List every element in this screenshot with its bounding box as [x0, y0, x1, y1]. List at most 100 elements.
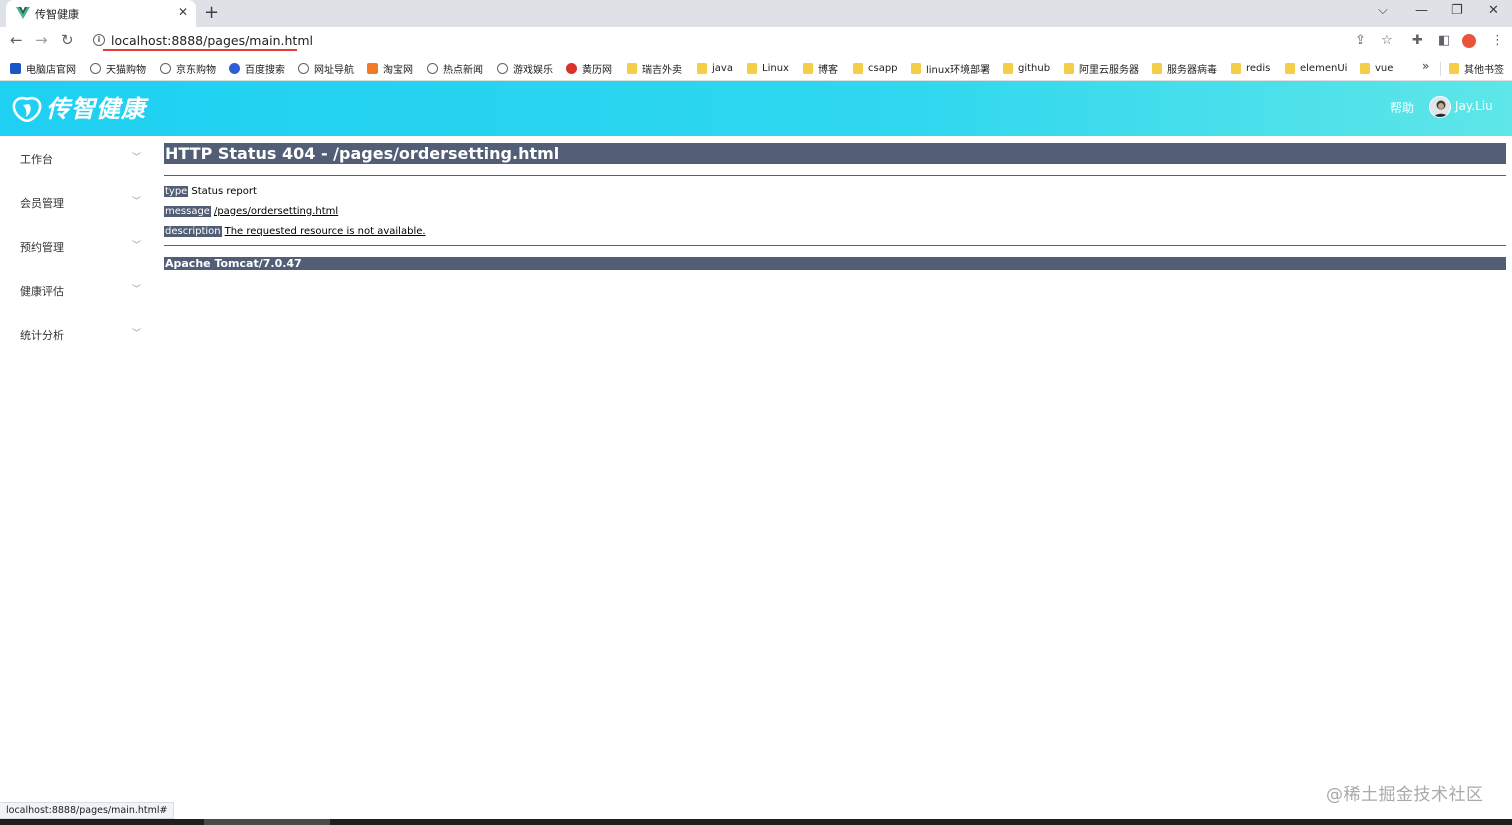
share-icon[interactable]: ⇪ — [1355, 33, 1366, 48]
close-window-button[interactable]: ✕ — [1488, 3, 1499, 19]
browser-toolbar: ← → ↻ i localhost:8888/pages/main.html ⇪… — [0, 27, 1512, 55]
address-bar[interactable]: i localhost:8888/pages/main.html — [86, 29, 1404, 53]
sidebar-item-label: 预约管理 — [20, 241, 64, 254]
bookmark-item[interactable]: 百度搜索 — [229, 60, 285, 76]
bookmark-folder[interactable]: redis — [1231, 60, 1270, 76]
app-header: 传智健康 帮助 Jay.Liu — [0, 81, 1512, 136]
chevron-down-icon: ﹀ — [132, 153, 142, 163]
bookmark-folder[interactable]: elemenUi — [1285, 60, 1347, 76]
other-bookmarks-folder[interactable]: 其他书签 — [1449, 60, 1504, 76]
bookmark-item[interactable]: 天猫购物 — [90, 60, 146, 76]
bookmark-item[interactable]: 淘宝网 — [367, 60, 413, 76]
folder-icon — [1360, 62, 1370, 74]
globe-icon — [298, 62, 309, 74]
sidebar-item-appointments[interactable]: 预约管理 ﹀ — [0, 224, 155, 268]
bookmark-folder[interactable]: github — [1003, 60, 1050, 76]
sidebar-item-label: 统计分析 — [20, 329, 64, 342]
folder-icon — [1231, 62, 1241, 74]
user-avatar-icon — [1430, 97, 1450, 117]
globe-icon — [427, 62, 438, 74]
forward-arrow-icon[interactable]: → — [35, 32, 48, 49]
tab-close-icon[interactable]: ✕ — [178, 5, 188, 19]
minimize-button[interactable]: — — [1415, 3, 1428, 19]
bookmarks-bar: 电脑店官网 天猫购物 京东购物 百度搜索 网址导航 淘宝网 热点新闻 游戏娱乐 … — [0, 55, 1512, 81]
folder-icon — [697, 62, 707, 74]
chevron-down-icon: ﹀ — [132, 285, 142, 295]
error-page-content: HTTP Status 404 - /pages/ordersetting.ht… — [164, 143, 1506, 270]
server-footer: Apache Tomcat/7.0.47 — [164, 257, 1506, 270]
sidebar-item-health-assessment[interactable]: 健康评估 ﹀ — [0, 268, 155, 312]
bookmark-folder[interactable]: Linux — [747, 60, 789, 76]
sidebar-item-workbench[interactable]: 工作台 ﹀ — [0, 136, 155, 180]
bookmark-item[interactable]: 热点新闻 — [427, 60, 483, 76]
error-title: HTTP Status 404 - /pages/ordersetting.ht… — [164, 143, 1506, 164]
bookmark-item[interactable]: 网址导航 — [298, 60, 354, 76]
folder-icon — [1064, 62, 1074, 74]
error-type-row: type Status report — [164, 181, 1506, 201]
bookmark-item[interactable]: 电脑店官网 — [10, 60, 76, 76]
bookmark-folder[interactable]: java — [697, 60, 733, 76]
taskbar-strip — [0, 819, 1512, 825]
tab-search-icon[interactable]: ⌵ — [1378, 3, 1388, 19]
sidebar-menu: 工作台 ﹀ 会员管理 ﹀ 预约管理 ﹀ 健康评估 ﹀ 统计分析 ﹀ — [0, 136, 155, 796]
reload-icon[interactable]: ↻ — [61, 32, 74, 49]
chevron-down-icon: ﹀ — [132, 241, 142, 251]
sidebar-item-label: 健康评估 — [20, 285, 64, 298]
globe-icon — [90, 62, 101, 74]
bookmark-item[interactable]: 黄历网 — [566, 60, 612, 76]
vue-favicon-icon — [16, 7, 30, 19]
bookmarks-overflow-icon[interactable]: » — [1422, 59, 1429, 73]
description-value: The requested resource is not available. — [224, 225, 426, 237]
divider — [164, 245, 1506, 246]
bookmark-folder[interactable]: 博客 — [803, 60, 838, 76]
error-message-row: message /pages/ordersetting.html — [164, 201, 1506, 221]
bookmark-star-icon[interactable]: ☆ — [1381, 33, 1393, 48]
url-text[interactable]: localhost:8888/pages/main.html — [111, 33, 313, 48]
type-label: type — [164, 185, 189, 197]
username[interactable]: Jay.Liu — [1455, 99, 1493, 113]
profile-icon[interactable] — [1462, 34, 1476, 48]
chevron-down-icon: ﹀ — [132, 329, 142, 339]
link-status-bubble: localhost:8888/pages/main.html# — [0, 802, 175, 819]
site-info-icon[interactable]: i — [93, 34, 105, 46]
blue-square-icon — [10, 62, 21, 74]
bookmark-folder[interactable]: linux环境部署 — [911, 60, 990, 76]
extensions-puzzle-icon[interactable]: ✚ — [1412, 33, 1423, 48]
restore-button[interactable]: ❐ — [1451, 3, 1463, 19]
app-logo[interactable]: 传智健康 — [12, 95, 146, 123]
browser-tab[interactable]: 传智健康 ✕ — [6, 0, 196, 27]
folder-icon — [853, 62, 863, 74]
browser-window: 传智健康 ✕ + ⌵ — ❐ ✕ ← → ↻ i localhost:8888/… — [0, 0, 1512, 825]
help-link[interactable]: 帮助 — [1390, 99, 1414, 116]
folder-icon — [1003, 62, 1013, 74]
bookmark-folder[interactable]: vue — [1360, 60, 1393, 76]
side-panel-icon[interactable]: ◧ — [1438, 33, 1450, 48]
tab-title: 传智健康 — [35, 8, 79, 21]
sidebar-item-statistics[interactable]: 统计分析 ﹀ — [0, 312, 155, 356]
folder-icon — [627, 62, 637, 74]
tab-strip: 传智健康 ✕ + ⌵ — ❐ ✕ — [0, 0, 1512, 27]
bookmark-item[interactable]: 游戏娱乐 — [497, 60, 553, 76]
browser-menu-icon[interactable]: ⋮ — [1491, 33, 1504, 48]
folder-icon — [1152, 62, 1162, 74]
chevron-down-icon: ﹀ — [132, 197, 142, 207]
sidebar-item-members[interactable]: 会员管理 ﹀ — [0, 180, 155, 224]
watermark: @稀土掘金技术社区 — [1326, 785, 1484, 805]
bookmark-item[interactable]: 京东购物 — [160, 60, 216, 76]
baidu-paw-icon — [229, 62, 240, 74]
bookmark-folder[interactable]: csapp — [853, 60, 898, 76]
bookmark-folder[interactable]: 阿里云服务器 — [1064, 60, 1139, 76]
bookmark-folder[interactable]: 瑞吉外卖 — [627, 60, 682, 76]
sidebar-item-label: 工作台 — [20, 153, 53, 166]
folder-icon — [1285, 62, 1295, 74]
avatar[interactable] — [1429, 96, 1451, 118]
new-tab-button[interactable]: + — [204, 3, 219, 23]
bookmark-folder[interactable]: 服务器病毒 — [1152, 60, 1217, 76]
error-description-row: description The requested resource is no… — [164, 221, 1506, 241]
message-label: message — [164, 205, 211, 217]
globe-icon — [497, 62, 508, 74]
taskbar-active-item — [204, 819, 330, 825]
folder-icon — [911, 62, 921, 74]
back-arrow-icon[interactable]: ← — [10, 32, 23, 49]
logo-text: 传智健康 — [46, 94, 146, 123]
